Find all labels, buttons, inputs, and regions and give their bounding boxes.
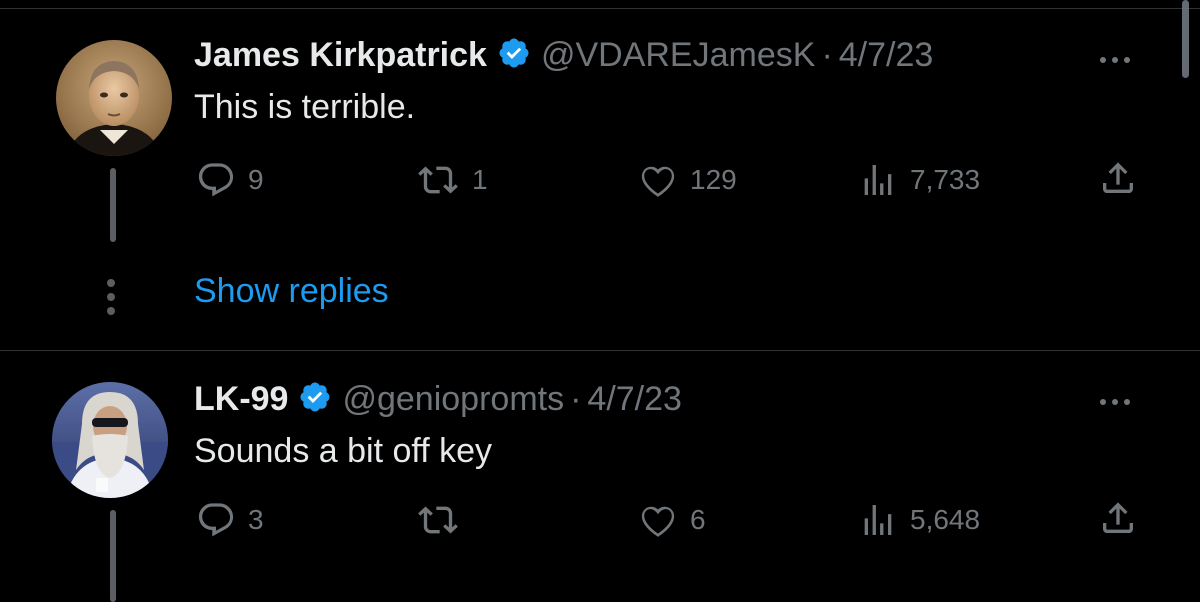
retweet-count: 1 (472, 164, 488, 195)
share-button[interactable] (1098, 498, 1150, 538)
more-icon[interactable] (1100, 57, 1130, 63)
more-icon[interactable] (1100, 399, 1130, 405)
tweet-text: Sounds a bit off key (194, 432, 493, 470)
views-icon (858, 500, 910, 540)
thread-line (110, 510, 116, 602)
like-button[interactable]: 129 (638, 160, 737, 200)
like-count: 6 (690, 504, 706, 535)
avatar[interactable] (56, 40, 172, 156)
handle[interactable]: @VDAREJamesK (541, 36, 815, 75)
scrollbar[interactable] (1182, 0, 1189, 78)
tweet-divider (0, 350, 1200, 351)
tweet-header: James Kirkpatrick @VDAREJamesK · 4/7/23 (194, 36, 943, 75)
like-icon (638, 160, 690, 200)
reply-button[interactable]: 3 (196, 500, 264, 540)
views-count: 7,733 (910, 164, 981, 195)
verified-badge-icon (298, 380, 332, 419)
retweet-icon (416, 500, 472, 540)
thread-more-dots (107, 279, 115, 315)
top-divider (0, 0, 1200, 9)
avatar[interactable] (52, 382, 168, 498)
reply-icon (196, 500, 248, 540)
share-button[interactable] (1098, 158, 1150, 198)
views-button[interactable]: 5,648 (858, 500, 980, 540)
thread-line (110, 168, 116, 242)
views-count: 5,648 (910, 504, 981, 535)
separator-dot: · (821, 36, 833, 74)
reply-count: 9 (248, 164, 264, 195)
views-icon (858, 160, 910, 200)
share-icon (1098, 498, 1150, 538)
retweet-icon (416, 160, 472, 200)
handle[interactable]: @geniopromts (342, 380, 564, 419)
reply-count: 3 (248, 504, 264, 535)
retweet-button[interactable] (416, 500, 472, 540)
verified-badge-icon (497, 36, 531, 75)
tweet-header: LK-99 @geniopromts · 4/7/23 (194, 380, 692, 419)
timestamp[interactable]: 4/7/23 (839, 36, 934, 75)
separator-dot: · (570, 380, 582, 418)
like-button[interactable]: 6 (638, 500, 706, 540)
show-replies-link[interactable]: Show replies (194, 272, 389, 311)
like-icon (638, 500, 690, 540)
views-button[interactable]: 7,733 (858, 160, 980, 200)
display-name[interactable]: James Kirkpatrick (194, 36, 487, 75)
reply-icon (196, 160, 248, 200)
display-name[interactable]: LK-99 (194, 380, 288, 419)
reply-button[interactable]: 9 (196, 160, 264, 200)
share-icon (1098, 158, 1150, 198)
retweet-button[interactable]: 1 (416, 160, 488, 200)
like-count: 129 (690, 164, 737, 195)
timestamp[interactable]: 4/7/23 (587, 380, 682, 419)
tweet-text: This is terrible. (194, 88, 416, 126)
